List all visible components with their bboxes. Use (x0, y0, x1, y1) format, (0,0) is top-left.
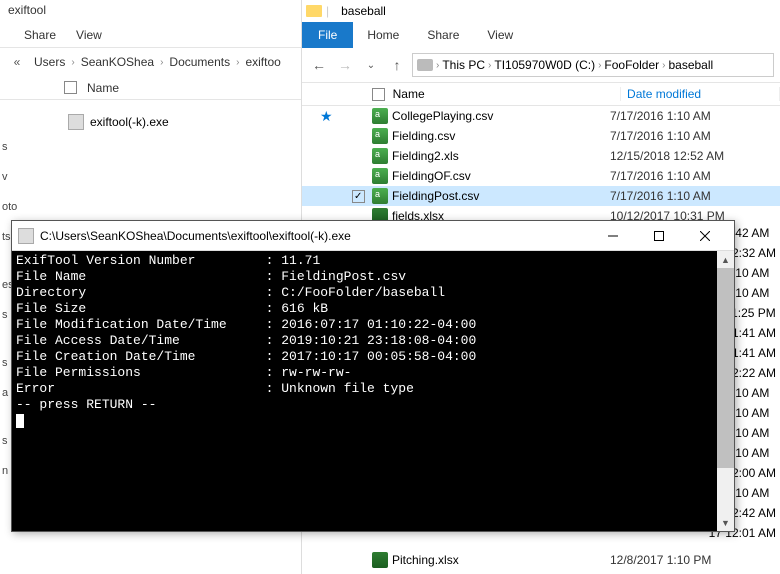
csv-icon (372, 108, 388, 124)
file-row[interactable]: Pitching.xlsx 12/8/2017 1:10 PM (302, 550, 780, 570)
console-output[interactable]: ExifTool Version Number : 11.71 File Nam… (12, 251, 734, 531)
column-headers-left: Name (0, 76, 301, 100)
file-name: Fielding.csv (392, 129, 610, 143)
ribbon-home-tab[interactable]: Home (353, 22, 413, 48)
up-button[interactable]: ↑ (386, 57, 408, 73)
ribbon-view-tab[interactable]: View (473, 22, 527, 48)
titlebar-right: | baseball (302, 0, 780, 22)
row-checkbox[interactable] (352, 190, 365, 203)
file-date: 12/15/2018 12:52 AM (610, 149, 724, 163)
file-row[interactable]: CollegePlaying.csv7/17/2016 1:10 AM (302, 106, 780, 126)
crumb[interactable]: Users (31, 55, 68, 69)
chevron-right-icon: › (488, 60, 491, 71)
file-name: FieldingOF.csv (392, 169, 610, 183)
back-button[interactable]: ← (308, 57, 330, 73)
chevron-right-icon: › (662, 60, 665, 71)
scroll-up-button[interactable]: ▲ (717, 251, 734, 268)
sidebar-label-partial: v (0, 162, 35, 192)
path-seg[interactable]: TI105970W0D (C:) (494, 58, 595, 72)
chevron-right-icon: › (160, 57, 163, 68)
crumb[interactable]: Documents (166, 55, 233, 69)
xlsx-icon (372, 552, 388, 568)
csv-icon (372, 148, 388, 164)
exe-icon (68, 114, 84, 130)
file-date: 7/17/2016 1:10 AM (610, 189, 711, 203)
scrollbar-thumb[interactable] (717, 268, 734, 468)
console-title: C:\Users\SeanKOShea\Documents\exiftool\e… (40, 229, 590, 243)
path-seg[interactable]: baseball (668, 58, 713, 72)
quick-access-toolbar: | (306, 4, 329, 18)
console-cursor (16, 414, 24, 428)
crumb[interactable]: exiftoo (242, 55, 283, 69)
select-all-checkbox[interactable] (372, 88, 385, 101)
recent-dropdown[interactable]: ⌄ (360, 60, 382, 71)
sidebar-label-partial: s (0, 132, 35, 162)
file-row[interactable]: Fielding2.xls12/15/2018 12:52 AM (302, 146, 780, 166)
console-titlebar[interactable]: C:\Users\SeanKOShea\Documents\exiftool\e… (12, 221, 734, 251)
file-date: 12/8/2017 1:10 PM (610, 553, 711, 567)
csv-icon (372, 128, 388, 144)
file-date: 7/17/2016 1:10 AM (610, 169, 711, 183)
chevron-right-icon: › (236, 57, 239, 68)
console-window: C:\Users\SeanKOShea\Documents\exiftool\e… (11, 220, 735, 532)
ribbon-file-tab[interactable]: File (302, 22, 353, 48)
column-headers-right: Name Date modified (302, 82, 780, 106)
app-icon (18, 228, 34, 244)
file-row[interactable]: Fielding.csv7/17/2016 1:10 AM (302, 126, 780, 146)
tab-view[interactable]: View (76, 28, 102, 42)
crumb[interactable]: SeanKOShea (78, 55, 157, 69)
chevron-right-icon: › (71, 57, 74, 68)
maximize-button[interactable] (636, 222, 682, 250)
drive-icon (417, 59, 433, 71)
column-name[interactable]: Name (87, 81, 119, 95)
chevron-right-icon: › (436, 60, 439, 71)
file-name: Fielding2.xls (392, 149, 610, 163)
column-date-modified[interactable]: Date modified (621, 87, 780, 101)
window-title-right: baseball (341, 4, 386, 18)
ribbon-tabs-left: Share View (0, 22, 301, 48)
ribbon-share-tab[interactable]: Share (413, 22, 473, 48)
file-row[interactable]: exiftool(-k).exe (68, 114, 169, 130)
file-name: Pitching.xlsx (392, 553, 610, 567)
csv-icon (372, 168, 388, 184)
breadcrumb-root-icon[interactable]: « (6, 51, 28, 73)
chevron-right-icon: › (598, 60, 601, 71)
path-seg[interactable]: FooFolder (604, 58, 659, 72)
breadcrumb-left[interactable]: « Users› SeanKOShea› Documents› exiftoo (0, 48, 301, 76)
nav-bar-right: ← → ⌄ ↑ › This PC› TI105970W0D (C:)› Foo… (302, 48, 780, 82)
file-name: CollegePlaying.csv (392, 109, 610, 123)
tab-share[interactable]: Share (24, 28, 56, 42)
close-button[interactable] (682, 222, 728, 250)
select-all-checkbox[interactable] (64, 81, 77, 94)
address-bar[interactable]: › This PC› TI105970W0D (C:)› FooFolder› … (412, 53, 774, 77)
file-row[interactable]: FieldingPost.csv7/17/2016 1:10 AM (302, 186, 780, 206)
file-list-right: ★ CollegePlaying.csv7/17/2016 1:10 AMFie… (302, 106, 780, 226)
folder-icon (306, 5, 322, 17)
sidebar-label-partial: oto (0, 192, 35, 222)
qat-divider: | (326, 4, 329, 18)
file-row[interactable]: FieldingOF.csv7/17/2016 1:10 AM (302, 166, 780, 186)
file-date: 7/17/2016 1:10 AM (610, 129, 711, 143)
ribbon-right: File Home Share View (302, 22, 780, 48)
forward-button[interactable]: → (334, 57, 356, 73)
file-name: exiftool(-k).exe (90, 115, 169, 129)
minimize-button[interactable] (590, 222, 636, 250)
scrollbar-track[interactable]: ▲ ▼ (717, 251, 734, 531)
file-name: FieldingPost.csv (392, 189, 610, 203)
window-title-left: exiftool (0, 0, 301, 22)
csv-icon (372, 188, 388, 204)
column-name[interactable]: Name (393, 87, 621, 101)
path-seg[interactable]: This PC (442, 58, 485, 72)
file-date: 7/17/2016 1:10 AM (610, 109, 711, 123)
scroll-down-button[interactable]: ▼ (717, 514, 734, 531)
